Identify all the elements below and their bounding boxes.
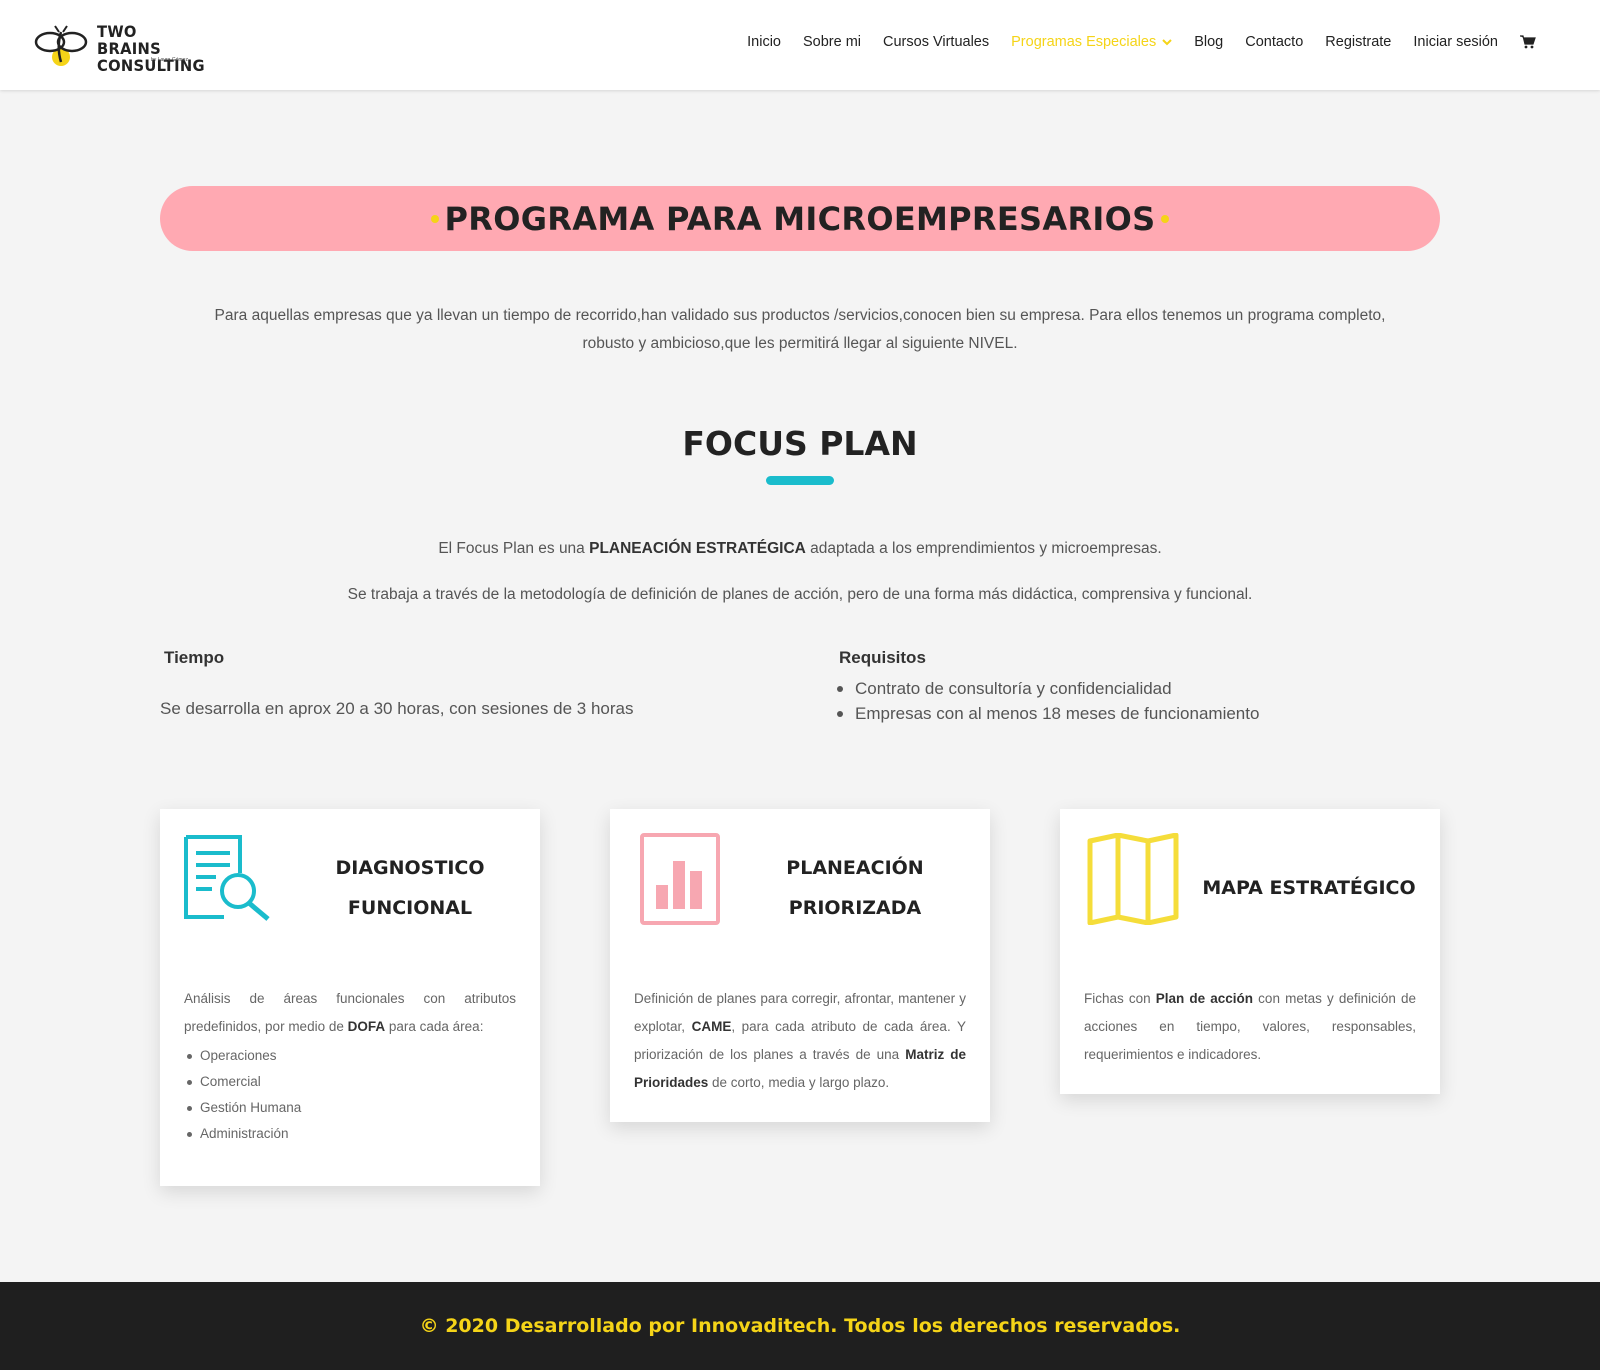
site-header: TWO BRAINS CONSULTING by Laura Gómez Ini… — [0, 0, 1600, 90]
banner-dot-right — [1161, 214, 1170, 223]
list-item: Operaciones — [186, 1043, 301, 1069]
strong-text: DOFA — [347, 1019, 386, 1034]
nav-item-sobre-mi[interactable]: Sobre mi — [803, 34, 861, 50]
nav-item-inicio[interactable]: Inicio — [747, 34, 781, 50]
strong-text: Plan de acción — [1155, 991, 1254, 1006]
footer-copyright: © 2020 Desarrollado por Innovaditech. To… — [419, 1315, 1181, 1337]
list-item: Gestión Humana — [186, 1095, 301, 1121]
card-text: Definición de planes para corregir, afro… — [634, 991, 966, 1090]
list-item: Empresas con al menos 18 meses de funcio… — [836, 701, 1259, 726]
brand-name: TWO BRAINS CONSULTING — [97, 22, 205, 75]
requisitos-heading: Requisitos — [839, 648, 926, 667]
map-icon — [1087, 833, 1179, 925]
card-mapa: MAPA ESTRATÉGICO Fichas con Plan de acci… — [1060, 809, 1440, 1094]
tiempo-heading: Tiempo — [164, 648, 225, 667]
page-title: PROGRAMA PARA MICROEMPRESARIOS — [444, 199, 1156, 238]
nav-item-iniciar-sesion[interactable]: Iniciar sesión — [1413, 34, 1498, 50]
brand-logo[interactable]: TWO BRAINS CONSULTING by Laura Gómez — [34, 20, 205, 74]
banner-dot-left — [430, 214, 439, 223]
brand-tagline: by Laura Gómez — [151, 57, 188, 63]
focus-description-1: El Focus Plan es una PLANEACIÓN ESTRATÉG… — [438, 540, 1162, 557]
focus-description-2: Se trabaja a través de la metodología de… — [347, 586, 1253, 603]
list-item: Comercial — [186, 1069, 301, 1095]
card-list: Operaciones Comercial Gestión Humana Adm… — [186, 1043, 301, 1147]
nav-item-blog[interactable]: Blog — [1194, 34, 1223, 50]
strong-text: PLANEACIÓN ESTRATÉGICA — [589, 540, 806, 557]
bee-brain-logo-icon — [34, 25, 88, 66]
card-text: Fichas con Plan de acción con metas y de… — [1084, 991, 1416, 1062]
title-underline — [766, 476, 834, 485]
cart-icon[interactable] — [1520, 35, 1536, 49]
list-item: Administración — [186, 1121, 301, 1147]
nav-item-cursos-virtuales[interactable]: Cursos Virtuales — [883, 34, 989, 50]
requisitos-list: Contrato de consultoría y confidencialid… — [836, 676, 1259, 726]
card-diagnostico: DIAGNOSTICO FUNCIONAL Análisis de áreas … — [160, 809, 540, 1186]
tiempo-text: Se desarrolla en aprox 20 a 30 horas, co… — [160, 699, 634, 718]
intro-paragraph: Para aquellas empresas que ya llevan un … — [214, 307, 1386, 352]
bar-chart-icon — [640, 833, 720, 925]
card-title: DIAGNOSTICO FUNCIONAL — [335, 857, 485, 919]
site-footer: © 2020 Desarrollado por Innovaditech. To… — [0, 1282, 1600, 1370]
document-search-icon — [184, 835, 270, 921]
card-planeacion: PLANEACIÓN PRIORIZADA Definición de plan… — [610, 809, 990, 1122]
chevron-down-icon — [1162, 38, 1172, 45]
program-banner: PROGRAMA PARA MICROEMPRESARIOS — [160, 186, 1440, 251]
card-title: PLANEACIÓN PRIORIZADA — [786, 857, 924, 919]
nav-item-registrate[interactable]: Registrate — [1325, 34, 1391, 50]
strong-text: CAME — [691, 1019, 732, 1034]
main-nav: Inicio Sobre mi Cursos Virtuales Program… — [725, 34, 1536, 50]
nav-item-contacto[interactable]: Contacto — [1245, 34, 1303, 50]
nav-item-programas-especiales[interactable]: Programas Especiales — [1011, 34, 1172, 50]
focus-plan-title: FOCUS PLAN — [682, 424, 918, 463]
list-item: Contrato de consultoría y confidencialid… — [836, 676, 1259, 701]
card-title: MAPA ESTRATÉGICO — [1202, 877, 1416, 899]
nav-item-label: Programas Especiales — [1011, 34, 1157, 50]
card-text: Análisis de áreas funcionales con atribu… — [184, 991, 516, 1034]
